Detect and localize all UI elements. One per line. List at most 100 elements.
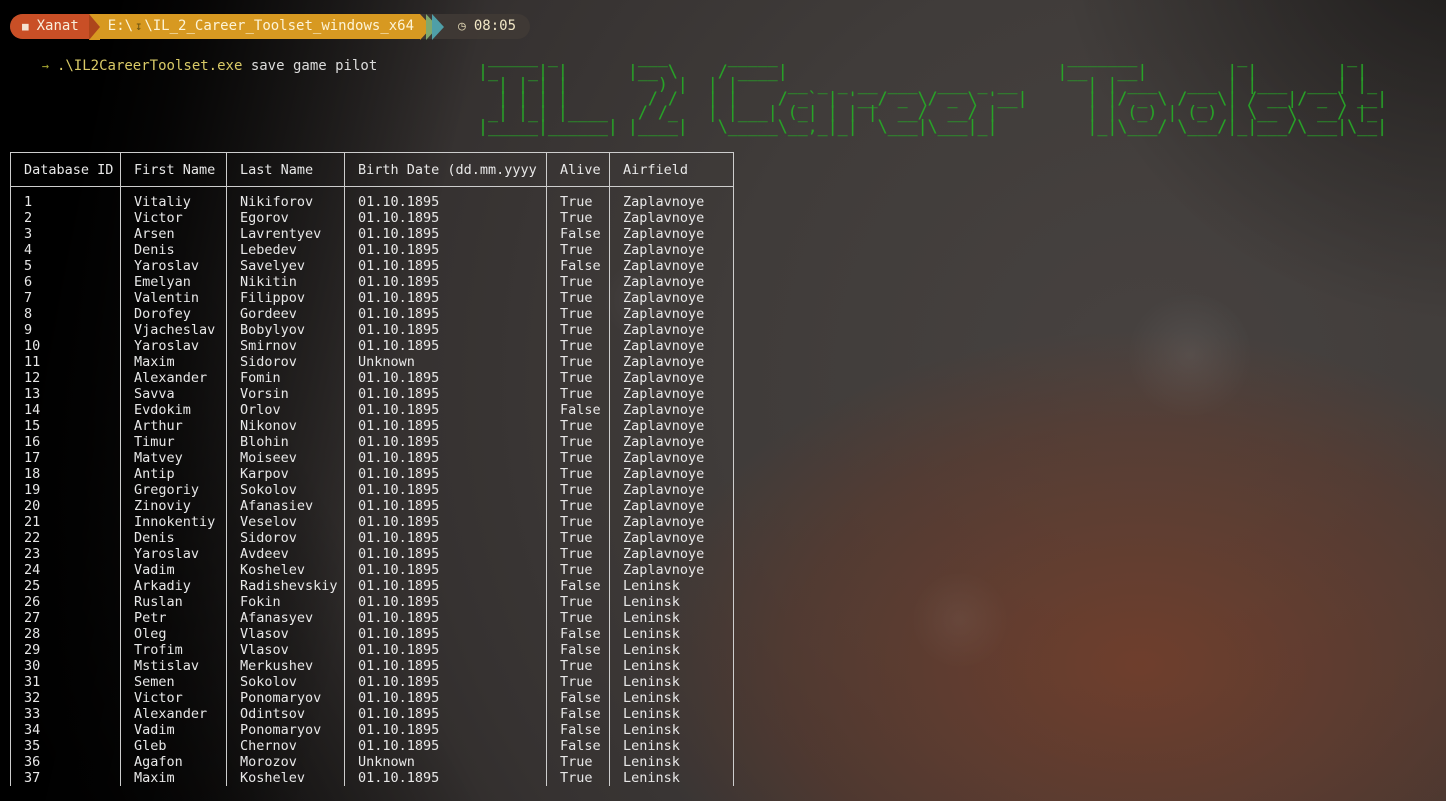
table-row: 2 Victor Egorov 01.10.1895 True Zaplavnoye — [11, 210, 733, 226]
table-row: 19 Gregoriy Sokolov 01.10.1895 True Zaplavnoy… — [11, 482, 733, 498]
table-cell: 20 — [11, 498, 121, 514]
table-cell: True — [547, 674, 610, 690]
table-spacer-row — [11, 187, 733, 194]
table-cell: Afanasiev — [227, 498, 345, 514]
table-row: 29 Trofim Vlasov 01.10.1895 False Leninsk — [11, 642, 733, 658]
table-cell: Karpov — [227, 466, 345, 482]
table-row: 31 Semen Sokolov 01.10.1895 True Leninsk — [11, 674, 733, 690]
table-cell — [11, 187, 121, 194]
table-cell: Koshelev — [227, 562, 345, 578]
pilot-table: Database ID First Name Last Name Birth Date… — [10, 152, 734, 786]
table-cell: Denis — [121, 242, 227, 258]
table-cell: False — [547, 690, 610, 706]
session-label: Xanat — [36, 18, 79, 34]
table-cell: Zaplavnoye — [623, 258, 705, 274]
table-cell: Yaroslav — [121, 546, 227, 562]
table-cell: 29 — [11, 642, 121, 658]
table-cell: True — [547, 562, 610, 578]
table-cell — [121, 187, 227, 194]
table-cell: 01.10.1895 — [345, 578, 547, 594]
table-cell: 01.10.1895 — [345, 498, 547, 514]
table-cell: 01.10.1895 — [345, 514, 547, 530]
table-cell: Zaplavnoye — [623, 562, 705, 578]
table-cell: Oleg — [121, 626, 227, 642]
table-cell: 5 — [11, 258, 121, 274]
table-cell: Leninsk — [623, 626, 680, 642]
table-cell: True — [547, 754, 610, 770]
table-cell: 01.10.1895 — [345, 770, 547, 786]
table-cell: 26 — [11, 594, 121, 610]
table-cell: Gordeev — [227, 306, 345, 322]
table-cell: False — [547, 642, 610, 658]
table-cell: False — [547, 578, 610, 594]
table-cell: True — [547, 338, 610, 354]
table-row: 18 Antip Karpov 01.10.1895 True Zaplavnoye — [11, 466, 733, 482]
table-cell: True — [547, 434, 610, 450]
table-cell: True — [547, 386, 610, 402]
table-cell: Zaplavnoye — [623, 434, 705, 450]
table-cell: 27 — [11, 610, 121, 626]
table-cell: True — [547, 242, 610, 258]
table-cell: Antip — [121, 466, 227, 482]
table-cell: False — [547, 722, 610, 738]
table-cell: Sidorov — [227, 354, 345, 370]
table-cell: Fomin — [227, 370, 345, 386]
table-cell: 01.10.1895 — [345, 610, 547, 626]
table-row: 17 Matvey Moiseev 01.10.1895 True Zaplavnoye — [11, 450, 733, 466]
table-cell: Timur — [121, 434, 227, 450]
table-cell: Bobylyov — [227, 322, 345, 338]
table-cell: 14 — [11, 402, 121, 418]
table-cell: 01.10.1895 — [345, 418, 547, 434]
table-cell: Zaplavnoye — [623, 466, 705, 482]
table-cell: Merkushev — [227, 658, 345, 674]
table-cell: True — [547, 194, 610, 210]
table-cell: 36 — [11, 754, 121, 770]
table-cell: 01.10.1895 — [345, 434, 547, 450]
table-cell: Lavrentyev — [227, 226, 345, 242]
table-cell: True — [547, 290, 610, 306]
table-cell: False — [547, 738, 610, 754]
table-cell: Zaplavnoye — [623, 210, 705, 226]
table-cell: 30 — [11, 658, 121, 674]
table-row: 11 Maxim Sidorov Unknown True Zaplavnoye — [11, 354, 733, 370]
column-header: Database ID — [11, 153, 121, 186]
table-cell: 28 — [11, 626, 121, 642]
table-cell: Zinoviy — [121, 498, 227, 514]
table-cell: 01.10.1895 — [345, 290, 547, 306]
table-cell — [547, 187, 610, 194]
command-arguments: save game pilot — [242, 58, 378, 74]
table-cell: 01.10.1895 — [345, 466, 547, 482]
table-row: 20 Zinoviy Afanasiev 01.10.1895 True Zaplavno… — [11, 498, 733, 514]
table-row: 30 Mstislav Merkushev 01.10.1895 True Leninsk — [11, 658, 733, 674]
table-cell: False — [547, 402, 610, 418]
table-row: 9 Vjacheslav Bobylyov 01.10.1895 True Zaplavn… — [11, 322, 733, 338]
table-cell — [227, 187, 345, 194]
table-cell: Nikitin — [227, 274, 345, 290]
table-cell: 9 — [11, 322, 121, 338]
table-cell: Ruslan — [121, 594, 227, 610]
table-cell: 01.10.1895 — [345, 242, 547, 258]
ascii-title: _____ _ ___ _____ _______ _ _ |_ _| | |_… — [478, 48, 1388, 136]
table-row: 34 Vadim Ponomaryov 01.10.1895 False Leninsk — [11, 722, 733, 738]
table-cell: 01.10.1895 — [345, 738, 547, 754]
table-cell: Zaplavnoye — [623, 194, 705, 210]
table-cell: Ponomaryov — [227, 690, 345, 706]
table-cell: Leninsk — [623, 610, 680, 626]
table-cell: 01.10.1895 — [345, 194, 547, 210]
table-cell: Nikiforov — [227, 194, 345, 210]
table-cell: Semen — [121, 674, 227, 690]
table-cell: Zaplavnoye — [623, 498, 705, 514]
table-row: 21 Innokentiy Veselov 01.10.1895 True Zaplavn… — [11, 514, 733, 530]
table-cell: Mstislav — [121, 658, 227, 674]
command-line[interactable]: → .\IL2CareerToolset.exe save game pilot — [8, 39, 378, 74]
table-cell: Agafon — [121, 754, 227, 770]
table-cell: Veselov — [227, 514, 345, 530]
table-cell: Leninsk — [623, 690, 680, 706]
drive-download-icon: ↧ — [135, 19, 143, 33]
table-cell: 01.10.1895 — [345, 674, 547, 690]
table-cell: Zaplavnoye — [623, 242, 705, 258]
table-cell: Trofim — [121, 642, 227, 658]
table-cell: Vitaliy — [121, 194, 227, 210]
terminal-screen[interactable]: ■ Xanat E:\ ↧ \IL_2_Career_Toolset_windo… — [0, 0, 1446, 801]
table-cell: Emelyan — [121, 274, 227, 290]
